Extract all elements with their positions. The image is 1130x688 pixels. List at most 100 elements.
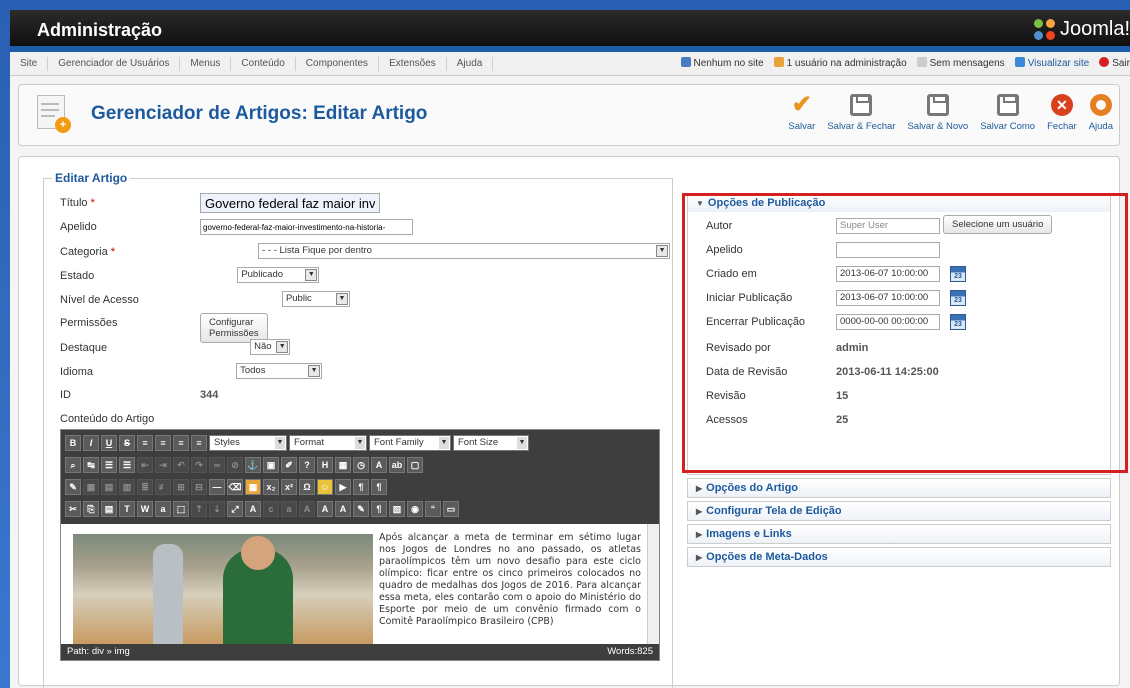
- undo-icon[interactable]: ↶: [173, 457, 189, 473]
- paste-text-icon[interactable]: T: [119, 501, 135, 517]
- cell-props-icon[interactable]: ▥: [119, 479, 135, 495]
- save-copy-button[interactable]: Salvar Como: [974, 91, 1041, 132]
- access-select[interactable]: Public ▼: [281, 291, 350, 307]
- view-site-link[interactable]: Visualizar site: [1014, 57, 1089, 69]
- time-icon[interactable]: ◷: [353, 457, 369, 473]
- menu-site[interactable]: Site: [10, 56, 49, 71]
- numbered-list-icon[interactable]: ☰: [119, 457, 135, 473]
- cleanup-icon[interactable]: ✐: [281, 457, 297, 473]
- remove-format-icon[interactable]: ⌫: [227, 479, 243, 495]
- delete-row-icon[interactable]: ≢: [155, 479, 171, 495]
- del-icon[interactable]: A: [317, 501, 333, 517]
- text-color-icon[interactable]: A: [371, 457, 387, 473]
- featured-select[interactable]: Não ▼: [250, 339, 291, 355]
- menu-users[interactable]: Gerenciador de Usuários: [48, 56, 181, 71]
- subscript-icon[interactable]: x₂: [263, 479, 279, 495]
- alias-input[interactable]: [200, 219, 413, 235]
- strikethrough-icon[interactable]: S: [119, 435, 135, 451]
- move-backward-icon[interactable]: ⇣: [209, 501, 225, 517]
- paste-word-icon[interactable]: W: [137, 501, 153, 517]
- row-props-icon[interactable]: ▤: [101, 479, 117, 495]
- move-forward-icon[interactable]: ⇡: [191, 501, 207, 517]
- acronym-icon[interactable]: A: [299, 501, 315, 517]
- pagebreak-icon[interactable]: ▭: [443, 501, 459, 517]
- select-user-button[interactable]: Selecione um usuário: [943, 215, 1053, 234]
- calendar-icon[interactable]: 23: [950, 314, 966, 330]
- date-icon[interactable]: ▦: [335, 457, 351, 473]
- anchor-icon[interactable]: ⚓: [245, 457, 261, 473]
- state-select[interactable]: Publicado ▼: [237, 267, 320, 283]
- find-icon[interactable]: ⌕: [65, 457, 81, 473]
- ins-icon[interactable]: A: [335, 501, 351, 517]
- bullet-list-icon[interactable]: ☰: [101, 457, 117, 473]
- status-no-site[interactable]: Nenhum no site: [680, 57, 764, 69]
- styles-dropdown[interactable]: Styles ▼: [209, 435, 287, 451]
- underline-icon[interactable]: U: [101, 435, 117, 451]
- metadata-panel[interactable]: ▶ Opções de Meta-Dados: [687, 547, 1111, 567]
- background-color-icon[interactable]: ab: [389, 457, 405, 473]
- superscript-icon[interactable]: x²: [281, 479, 297, 495]
- attribs-icon[interactable]: ✎: [353, 501, 369, 517]
- article-options-panel[interactable]: ▶ Opções do Artigo: [687, 478, 1111, 498]
- style-icon[interactable]: A: [245, 501, 261, 517]
- language-select[interactable]: Todos ▼: [236, 363, 323, 379]
- link-icon[interactable]: ∞: [209, 457, 225, 473]
- publish-up-input[interactable]: 2013-06-07 10:00:00: [836, 290, 940, 306]
- menu-extensions[interactable]: Extensões: [379, 56, 447, 71]
- fullscreen-icon[interactable]: ▢: [407, 457, 423, 473]
- publish-down-input[interactable]: 0000-00-00 00:00:00: [836, 314, 940, 330]
- close-button[interactable]: ✕ Fechar: [1041, 91, 1083, 132]
- hr-icon[interactable]: —: [209, 479, 225, 495]
- menu-content[interactable]: Conteúdo: [231, 56, 296, 71]
- author-field[interactable]: Super User: [836, 218, 940, 234]
- layer-icon[interactable]: ⬚: [173, 501, 189, 517]
- edit-icon[interactable]: ✎: [65, 479, 81, 495]
- menu-help[interactable]: Ajuda: [447, 56, 494, 71]
- help-editor-icon[interactable]: ?: [299, 457, 315, 473]
- align-justify-icon[interactable]: ≡: [191, 435, 207, 451]
- format-dropdown[interactable]: Format ▼: [289, 435, 367, 451]
- menu-menus[interactable]: Menus: [180, 56, 232, 71]
- cut-icon[interactable]: ✂: [65, 501, 81, 517]
- font-size-dropdown[interactable]: Font Size ▼: [453, 435, 529, 451]
- indent-icon[interactable]: ⇥: [155, 457, 171, 473]
- visual-aid-icon[interactable]: ▦: [245, 479, 261, 495]
- template-icon[interactable]: ▧: [389, 501, 405, 517]
- paste-icon[interactable]: ▤: [101, 501, 117, 517]
- editor-scrollbar[interactable]: [647, 524, 659, 644]
- unlink-icon[interactable]: ⊘: [227, 457, 243, 473]
- editor-body[interactable]: Após alcançar a meta de terminar em séti…: [61, 524, 659, 644]
- replace-icon[interactable]: ↹: [83, 457, 99, 473]
- media-icon[interactable]: ▶: [335, 479, 351, 495]
- abbr-icon[interactable]: a: [281, 501, 297, 517]
- copy-icon[interactable]: ⎘: [83, 501, 99, 517]
- table-icon[interactable]: ▦: [83, 479, 99, 495]
- html-icon[interactable]: H: [317, 457, 333, 473]
- align-center-icon[interactable]: ≡: [155, 435, 171, 451]
- joomla-brand[interactable]: Joomla!: [1033, 18, 1130, 41]
- cite-icon[interactable]: c: [263, 501, 279, 517]
- calendar-icon[interactable]: 23: [950, 266, 966, 282]
- save-new-button[interactable]: Salvar & Novo: [901, 91, 974, 132]
- font-family-dropdown[interactable]: Font Family ▼: [369, 435, 451, 451]
- created-input[interactable]: 2013-06-07 10:00:00: [836, 266, 940, 282]
- emoticon-icon[interactable]: ☺: [317, 479, 333, 495]
- menu-components[interactable]: Componentes: [296, 56, 380, 71]
- insert-row-icon[interactable]: ≣: [137, 479, 153, 495]
- align-right-icon[interactable]: ≡: [173, 435, 189, 451]
- align-left-icon[interactable]: ≡: [137, 435, 153, 451]
- images-links-panel[interactable]: ▶ Imagens e Links: [687, 524, 1111, 544]
- help-button[interactable]: Ajuda: [1083, 91, 1119, 132]
- pilcrow-icon[interactable]: ¶: [371, 501, 387, 517]
- ltr-icon[interactable]: ¶: [353, 479, 369, 495]
- created-by-alias-input[interactable]: [836, 242, 940, 258]
- preview-icon[interactable]: ◉: [407, 501, 423, 517]
- image-icon[interactable]: ▣: [263, 457, 279, 473]
- status-messages[interactable]: Sem mensagens: [916, 57, 1005, 69]
- edit-screen-panel[interactable]: ▶ Configurar Tela de Edição: [687, 501, 1111, 521]
- status-admins[interactable]: 1 usuário na administração: [773, 57, 907, 69]
- article-image[interactable]: [73, 534, 373, 644]
- title-input[interactable]: [200, 193, 380, 213]
- italic-icon[interactable]: I: [83, 435, 99, 451]
- select-all-icon[interactable]: a: [155, 501, 171, 517]
